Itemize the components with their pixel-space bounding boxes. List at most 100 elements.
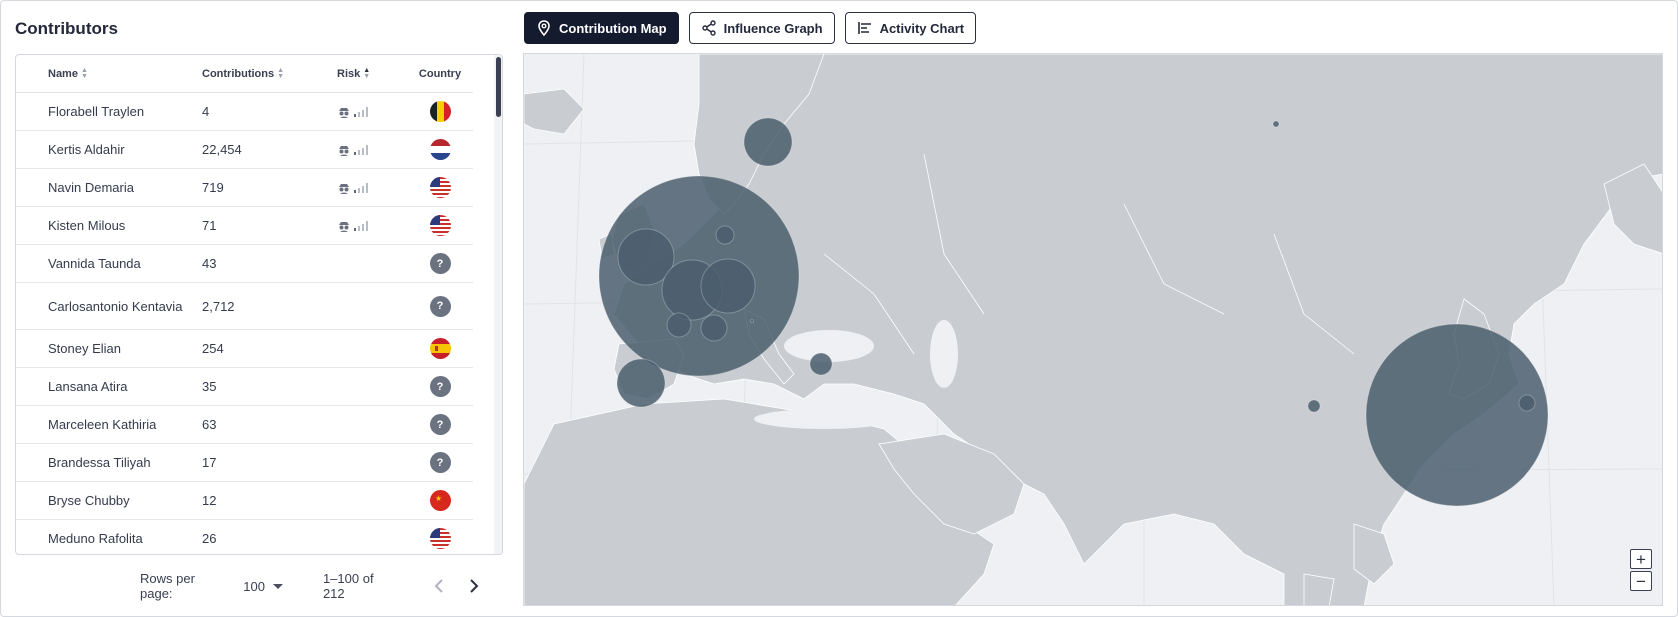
- contributor-name: Marceleen Kathiria: [48, 417, 157, 432]
- chevron-left-icon: [434, 579, 443, 593]
- risk-indicator: [337, 143, 407, 157]
- bubble-china-central[interactable]: [1307, 399, 1321, 413]
- table-row[interactable]: Florabell Traylen 4: [16, 93, 473, 131]
- table-row[interactable]: Kisten Milous 71: [16, 207, 473, 245]
- unknown-country-icon: ?: [429, 253, 451, 274]
- bubble-spain[interactable]: [616, 358, 666, 408]
- table-row[interactable]: Meduno Rafolita 26: [16, 520, 473, 554]
- tab-label: Activity Chart: [879, 20, 965, 36]
- country-cell: ?: [407, 295, 473, 317]
- spy-icon: [339, 221, 349, 232]
- tab-activity-chart[interactable]: Activity Chart: [844, 12, 977, 44]
- contribution-count: 26: [202, 531, 217, 546]
- zoom-out-button[interactable]: −: [1630, 571, 1652, 591]
- table-row[interactable]: Stoney Elian 254: [16, 330, 473, 368]
- contribution-count: 12: [202, 493, 217, 508]
- header-risk[interactable]: Risk ▲ ▼: [337, 66, 407, 80]
- risk-indicator: [337, 219, 407, 233]
- table-row[interactable]: Lansana Atira 35?: [16, 368, 473, 406]
- country-cell: [407, 101, 473, 122]
- pagination-range: 1–100 of 212: [322, 571, 374, 601]
- country-cell: ?: [407, 452, 473, 473]
- contribution-count: 2,712: [202, 298, 235, 314]
- bubble-russia-north[interactable]: [1272, 120, 1280, 128]
- china-flag-icon: ★: [429, 490, 451, 511]
- header-contributions-label: Contributions: [202, 67, 275, 80]
- header-country[interactable]: Country: [407, 68, 473, 80]
- table-row[interactable]: Marceleen Kathiria 63?: [16, 406, 473, 444]
- spy-icon: [339, 107, 349, 118]
- table-row[interactable]: Brandessa Tiliyah 17?: [16, 444, 473, 482]
- unknown-country-icon: ?: [429, 452, 451, 473]
- country-cell: [407, 528, 473, 549]
- contribution-count: 17: [202, 455, 217, 470]
- contributor-name: Meduno Rafolita: [48, 531, 143, 546]
- country-cell: ?: [407, 376, 473, 397]
- zoom-controls: + −: [1630, 549, 1652, 591]
- table-scroll-area[interactable]: Name ▲ ▼ Contributions ▲ ▼ Risk ▲ ▼ Country…: [16, 55, 473, 554]
- world-map: [524, 54, 1662, 605]
- tab-contribution-map[interactable]: Contribution Map: [524, 12, 679, 44]
- contribution-count: 43: [202, 256, 217, 271]
- bubble-austria[interactable]: [750, 319, 754, 323]
- sort-icon: ▲ ▼: [277, 66, 285, 80]
- risk-indicator: [337, 105, 407, 119]
- spy-icon: [339, 183, 349, 194]
- bubble-east-asia[interactable]: [1365, 323, 1549, 507]
- unknown-country-icon: ?: [429, 295, 451, 317]
- caret-down-icon: [272, 583, 283, 589]
- pagination: Rows per page: 100 1–100 of 212: [140, 571, 500, 601]
- view-tabs: Contribution Map Influence Graph Activity …: [524, 12, 977, 44]
- header-risk-label: Risk: [337, 67, 361, 80]
- previous-page-button[interactable]: [430, 576, 449, 596]
- table-row[interactable]: Bryse Chubby 12 ★: [16, 482, 473, 520]
- table-row[interactable]: Kertis Aldahir 22,454: [16, 131, 473, 169]
- contribution-count: 71: [202, 218, 217, 233]
- risk-indicator: [337, 181, 407, 195]
- risk-level-bars-icon: [354, 106, 368, 117]
- risk-level-bars-icon: [354, 182, 368, 193]
- header-name[interactable]: Name ▲ ▼: [16, 66, 202, 80]
- header-name-label: Name: [48, 67, 78, 80]
- next-page-button[interactable]: [465, 576, 484, 596]
- bubble-japan[interactable]: [1518, 394, 1536, 412]
- svg-text:★: ★: [435, 494, 442, 503]
- rows-per-page-select[interactable]: 100: [243, 579, 283, 594]
- tab-label: Influence Graph: [723, 20, 823, 36]
- bubble-norway[interactable]: [743, 117, 793, 167]
- contribution-count: 4: [202, 104, 210, 119]
- table-header: Name ▲ ▼ Contributions ▲ ▼ Risk ▲ ▼ Country: [16, 55, 473, 93]
- zoom-in-button[interactable]: +: [1630, 549, 1652, 569]
- scrollbar-thumb[interactable]: [496, 57, 501, 117]
- country-cell: [407, 338, 473, 359]
- chevron-right-icon: [470, 579, 479, 593]
- header-contributions[interactable]: Contributions ▲ ▼: [202, 66, 337, 80]
- contributor-name: Bryse Chubby: [48, 493, 130, 508]
- country-cell: [407, 139, 473, 160]
- bubble-france[interactable]: [666, 312, 692, 338]
- vertical-scrollbar[interactable]: [494, 55, 502, 554]
- sort-icon: ▲ ▼: [80, 66, 88, 80]
- unknown-country-icon: ?: [429, 376, 451, 397]
- table-row[interactable]: Navin Demaria 719: [16, 169, 473, 207]
- contributor-name: Brandessa Tiliyah: [48, 455, 151, 470]
- table-body: Florabell Traylen 4 Kertis Aldahir 22,454 Na…: [16, 93, 473, 554]
- contributor-name: Florabell Traylen: [48, 104, 145, 119]
- contribution-count: 719: [202, 180, 224, 195]
- risk-level-bars-icon: [354, 220, 368, 231]
- spain-flag-icon: [429, 338, 451, 359]
- table-row[interactable]: Carlosantonio Kentavia 2,712?: [16, 283, 473, 330]
- contribution-count: 63: [202, 417, 217, 432]
- bubble-belgium[interactable]: [700, 314, 728, 342]
- bubble-balkans[interactable]: [809, 352, 833, 376]
- contribution-map[interactable]: + −: [523, 53, 1663, 606]
- table-row[interactable]: Vannida Taunda 43?: [16, 245, 473, 283]
- risk-level-bars-icon: [354, 144, 368, 155]
- sort-ascending-icon: ▲ ▼: [363, 66, 371, 80]
- bar-list-icon: [857, 20, 873, 36]
- tab-influence-graph[interactable]: Influence Graph: [688, 12, 835, 44]
- bubble-denmark[interactable]: [715, 225, 735, 245]
- header-country-label: Country: [418, 67, 462, 80]
- country-cell: ?: [407, 253, 473, 274]
- bubble-germany[interactable]: [700, 258, 756, 314]
